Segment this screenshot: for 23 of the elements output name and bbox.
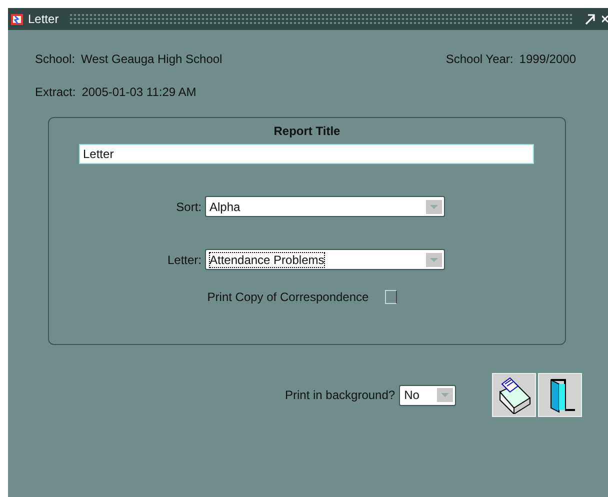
school-year: 1999/2000 <box>519 52 576 66</box>
select-label: Sort: <box>175 200 202 214</box>
dropdown[interactable]: Alpha <box>204 196 444 217</box>
checkbox[interactable] <box>384 290 397 304</box>
app-icon <box>10 12 24 26</box>
exit-button[interactable] <box>538 373 582 417</box>
print-background-label: Print in background? <box>285 388 396 402</box>
school-label: School: <box>35 52 76 66</box>
extract-label: Extract: <box>35 85 76 99</box>
school-year-label: School Year: <box>446 52 514 66</box>
title-bar-grip[interactable] <box>68 13 574 25</box>
report-title-field[interactable]: Letter <box>79 144 534 164</box>
school-name: West Geauga High School <box>81 52 222 66</box>
select-label: Letter: <box>166 252 202 266</box>
panel-title: Report Title <box>274 124 340 138</box>
dropdown[interactable]: No <box>399 384 456 406</box>
print-copy-label: Print Copy of Correspondence <box>207 290 369 304</box>
extract-date: 2005-01-03 11:29 AM <box>82 85 196 99</box>
close-icon[interactable] <box>602 13 608 25</box>
window-title: Letter <box>28 12 59 26</box>
maximize-icon[interactable] <box>584 13 596 25</box>
print-button[interactable] <box>492 373 536 417</box>
dropdown[interactable]: Attendance Problems <box>204 249 444 270</box>
